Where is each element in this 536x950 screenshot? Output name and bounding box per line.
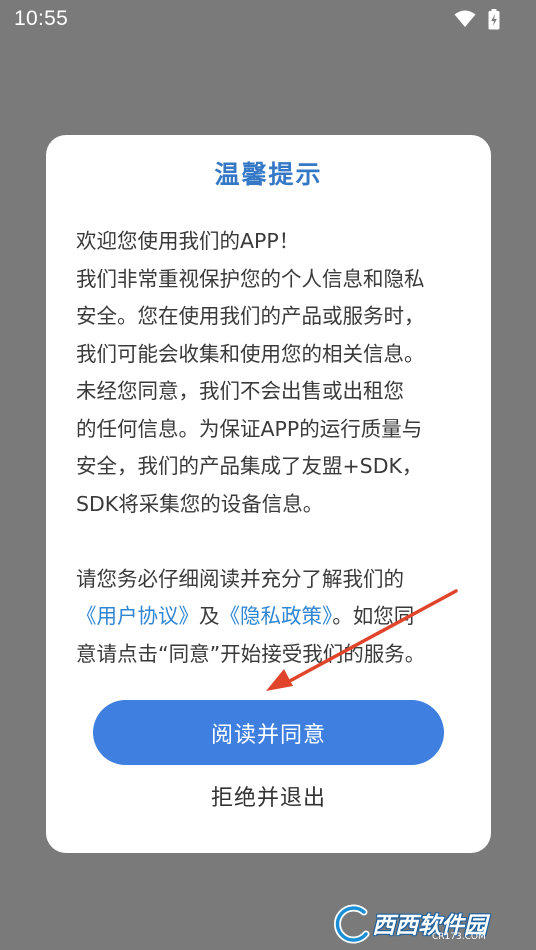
body-line: 我们非常重视保护您的个人信息和隐私 bbox=[76, 266, 425, 291]
body-line: 安全。您在使用我们的产品或服务时， bbox=[76, 304, 425, 328]
notice-after-links: 。如您同 bbox=[332, 604, 415, 628]
notice-line: 意请点击“同意”开始接受我们的服务。 bbox=[76, 641, 426, 666]
notice-line: 请您务必仔细阅读并充分了解我们的 bbox=[76, 566, 404, 591]
body-line: 安全，我们的产品集成了友盟+SDK， bbox=[76, 454, 423, 478]
status-icons bbox=[454, 8, 500, 30]
status-time: 10:55 bbox=[14, 7, 69, 30]
body-line: 未经您同意，我们不会出售或出租您 bbox=[76, 379, 404, 403]
wifi-icon bbox=[454, 10, 476, 27]
and-text: 及 bbox=[199, 604, 220, 628]
user-agreement-link[interactable]: 《用户协议》 bbox=[76, 604, 199, 628]
reject-button[interactable]: 拒绝并退出 bbox=[46, 780, 491, 816]
privacy-policy-link[interactable]: 《隐私政策》 bbox=[220, 604, 333, 628]
dialog-body: 欢迎您使用我们的APP！ 我们非常重视保护您的个人信息和隐私 安全。您在使用我们… bbox=[76, 223, 468, 673]
body-line: 欢迎您使用我们的APP！ bbox=[76, 229, 300, 253]
battery-charging-icon bbox=[488, 8, 500, 29]
body-line: 的任何信息。为保证APP的运行质量与 bbox=[76, 416, 423, 441]
privacy-dialog: 温馨提示 欢迎您使用我们的APP！ 我们非常重视保护您的个人信息和隐私 安全。您… bbox=[46, 135, 491, 853]
notice-links-line: 《用户协议》及《隐私政策》。如您同 bbox=[76, 598, 468, 636]
watermark-logo: 西西软件园 CR173.COM bbox=[328, 904, 518, 944]
dialog-title: 温馨提示 bbox=[214, 160, 323, 189]
agree-button[interactable]: 阅读并同意 bbox=[93, 700, 444, 765]
status-bar: 10:55 bbox=[0, 0, 536, 40]
body-line: 我们可能会收集和使用您的相关信息。 bbox=[76, 341, 425, 366]
watermark-swoosh-icon bbox=[333, 904, 370, 944]
watermark-url: CR173.COM bbox=[432, 932, 486, 942]
body-line: SDK将采集您的设备信息。 bbox=[76, 491, 324, 516]
